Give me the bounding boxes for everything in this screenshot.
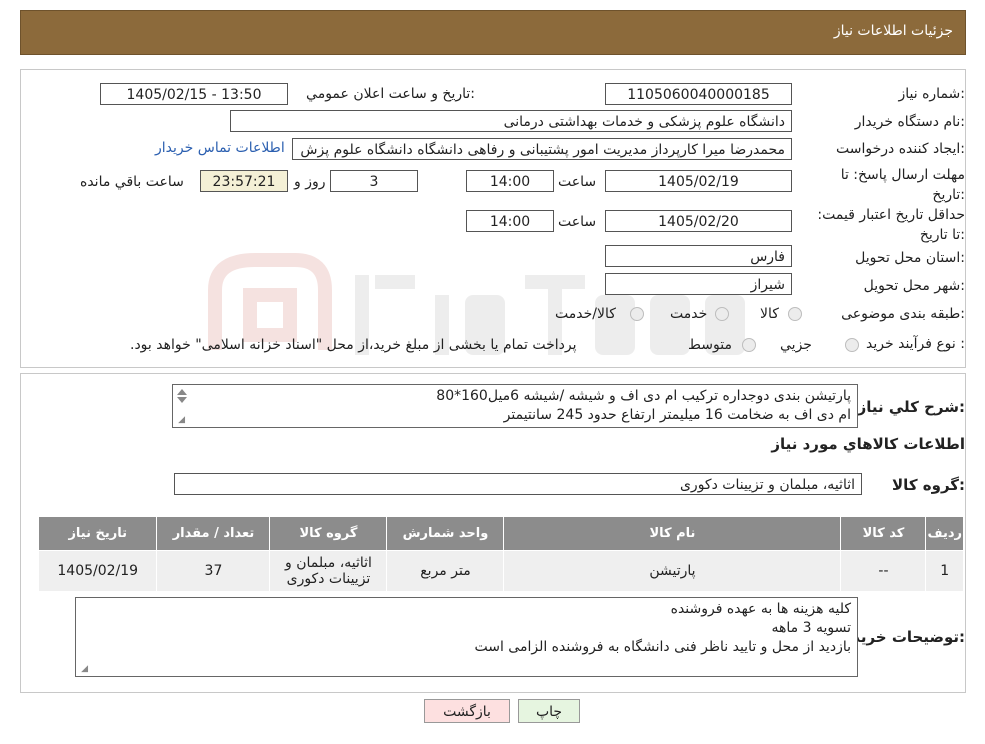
cell-goods-name: پارتیشن bbox=[503, 550, 842, 592]
goods-group-field: اثاثیه، مبلمان و تزیینات دکوری bbox=[174, 473, 862, 495]
category-radio-goods[interactable] bbox=[788, 307, 802, 321]
cell-goods-group: اثاثیه، مبلمان و تزیینات دکوری bbox=[269, 550, 388, 592]
buyer-org-label: نام دستگاه خریدار: bbox=[854, 114, 965, 130]
requester-label: ایجاد کننده درخواست: bbox=[836, 141, 965, 157]
days-label: روز و bbox=[294, 174, 326, 190]
cell-goods-code: -- bbox=[840, 550, 927, 592]
print-button[interactable]: چاپ bbox=[518, 699, 580, 723]
process-radio-medium[interactable] bbox=[742, 338, 756, 352]
buyer-org-field: دانشگاه علوم پزشکی و خدمات بهداشتی درمان… bbox=[230, 110, 792, 132]
province-field: فارس bbox=[605, 245, 792, 267]
col-need-date: تاریخ نیاز bbox=[37, 516, 158, 551]
cell-unit: متر مربع bbox=[386, 550, 505, 592]
category-radio-goods-service[interactable] bbox=[630, 307, 644, 321]
city-label: شهر محل تحویل: bbox=[863, 278, 965, 294]
page-header: جزئیات اطلاعات نیاز bbox=[20, 10, 966, 55]
requester-field: محمدرضا میرا کارپرداز مدیریت امور پشتیبا… bbox=[292, 138, 792, 160]
validity-time-label: ساعت bbox=[558, 214, 597, 230]
process-label: نوع فرآیند خرید : bbox=[866, 336, 965, 352]
textarea-scroll-arrows[interactable] bbox=[175, 387, 189, 409]
process-option-medium: متوسط bbox=[688, 337, 732, 353]
table-row: 1 -- پارتیشن متر مربع اثاثیه، مبلمان و ت… bbox=[37, 550, 964, 592]
cell-row-number: 1 bbox=[925, 550, 964, 592]
announce-label: تاریخ و ساعت اعلان عمومي: bbox=[306, 86, 475, 102]
col-goods-code: کد کالا bbox=[840, 516, 927, 551]
description-line-2: ام دی اف به ضخامت 16 میلیمتر ارتفاع حدود… bbox=[503, 407, 851, 423]
deadline-time-field: 14:00 bbox=[466, 170, 554, 192]
process-option-minor: جزیي bbox=[780, 337, 812, 353]
need-number-label: شماره نیاز: bbox=[898, 86, 965, 102]
category-label: طبقه بندی موضوعی: bbox=[841, 306, 965, 322]
announce-field: 1405/02/15 - 13:50 bbox=[100, 83, 288, 105]
cell-need-date: 1405/02/19 bbox=[37, 550, 158, 592]
description-label: شرح کلي نیاز: bbox=[857, 398, 965, 416]
col-quantity: تعداد / مقدار bbox=[156, 516, 271, 551]
resize-grip-icon[interactable]: ◢ bbox=[175, 415, 185, 425]
col-row-number: ردیف bbox=[925, 516, 964, 551]
category-radio-service[interactable] bbox=[715, 307, 729, 321]
need-number-field: 1105060040000185 bbox=[605, 83, 792, 105]
page-title: جزئیات اطلاعات نیاز bbox=[833, 23, 953, 39]
province-label: استان محل تحویل: bbox=[855, 250, 965, 266]
validity-time-field: 14:00 bbox=[466, 210, 554, 232]
validity-label: حداقل تاریخ اعتبار قیمت: تا تاریخ: bbox=[817, 207, 965, 243]
buyer-notes-line-1: کلیه هزینه ها به عهده فروشنده bbox=[670, 601, 851, 617]
validity-date-field: 1405/02/20 bbox=[605, 210, 792, 232]
process-note: پرداخت تمام یا بخشی از مبلغ خرید،از محل … bbox=[130, 337, 577, 353]
category-option-goods-service: کالا/خدمت bbox=[555, 306, 616, 322]
description-line-1: پارتیشن بندی دوجداره ترکیب ام دی اف و شی… bbox=[436, 388, 851, 404]
resize-grip-icon[interactable]: ◢ bbox=[78, 664, 88, 674]
table-header-row: ردیف کد کالا نام کالا واحد شمارش گروه کا… bbox=[37, 516, 964, 551]
goods-section-title: اطلاعات کالاهاي مورد نیاز bbox=[771, 435, 965, 453]
process-radio-minor[interactable] bbox=[845, 338, 859, 352]
col-unit: واحد شمارش bbox=[386, 516, 505, 551]
buyer-notes-textarea[interactable]: کلیه هزینه ها به عهده فروشنده تسویه 3 ما… bbox=[75, 597, 858, 677]
city-field: شیراز bbox=[605, 273, 792, 295]
deadline-label: مهلت ارسال پاسخ: تا تاریخ: bbox=[840, 167, 965, 203]
category-option-service: خدمت bbox=[670, 306, 708, 322]
goods-table: ردیف کد کالا نام کالا واحد شمارش گروه کا… bbox=[37, 516, 964, 592]
buyer-notes-line-2: تسویه 3 ماهه bbox=[771, 620, 851, 636]
deadline-time-label: ساعت bbox=[558, 174, 597, 190]
col-goods-name: نام کالا bbox=[503, 516, 842, 551]
col-goods-group: گروه کالا bbox=[269, 516, 388, 551]
cell-quantity: 37 bbox=[156, 550, 271, 592]
deadline-date-field: 1405/02/19 bbox=[605, 170, 792, 192]
remaining-label: ساعت باقي مانده bbox=[80, 174, 184, 190]
description-textarea[interactable]: پارتیشن بندی دوجداره ترکیب ام دی اف و شی… bbox=[172, 384, 858, 428]
buyer-notes-line-3: بازدید از محل و تایید ناظر فنی دانشگاه ب… bbox=[474, 639, 851, 655]
buyer-contact-link[interactable]: اطلاعات تماس خریدار bbox=[155, 140, 285, 156]
category-option-goods: کالا bbox=[760, 306, 779, 322]
back-button[interactable]: بازگشت bbox=[424, 699, 510, 723]
remaining-time-field: 23:57:21 bbox=[200, 170, 288, 192]
days-remaining-field: 3 bbox=[330, 170, 418, 192]
goods-group-label: گروه کالا: bbox=[892, 476, 965, 494]
